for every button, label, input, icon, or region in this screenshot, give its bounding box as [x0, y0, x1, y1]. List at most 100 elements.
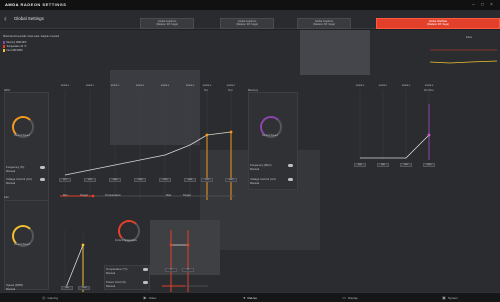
interval-label[interactable]: Interv.	[466, 36, 472, 39]
gpu-state-header[interactable]: STATE 0	[59, 85, 71, 89]
power-limit-mode: Manual	[106, 284, 116, 288]
memory-frequency-toggle[interactable]	[288, 164, 293, 167]
legend-label: Memory 1690 MHz	[6, 41, 27, 44]
legend-item-memory[interactable]: Memory 1690 MHz	[3, 41, 27, 44]
temperature-max-label: Max	[166, 193, 172, 197]
monitor-subtitle: Show last 10 seconds / Auto reset / samp…	[3, 35, 60, 38]
gpu-gridlines	[64, 90, 232, 200]
maximize-button[interactable]: □	[479, 2, 486, 8]
gpu-voltage-value[interactable]: 1401	[184, 178, 196, 182]
temperature-gauge-label: Current Temperature	[115, 239, 138, 242]
video-icon: ▶	[143, 295, 147, 301]
close-button[interactable]: ×	[488, 2, 495, 8]
memory-gauge-label: Current Speed	[262, 134, 278, 137]
memory-voltage-value[interactable]: 800	[354, 163, 366, 167]
temperature-curve-chart	[169, 230, 190, 292]
back-button[interactable]: ‹	[4, 14, 14, 24]
fan-min-value[interactable]: 400	[61, 286, 73, 290]
nav-label: Gaming	[47, 296, 58, 300]
bottom-navigation: ◎ Gaming ▶ Video ● ReLive ▭ Display ▣ System	[0, 292, 500, 302]
temperature-target-label: Target	[183, 193, 191, 197]
nav-label: Display	[347, 296, 358, 300]
display-icon: ▭	[342, 295, 346, 301]
gpu-state-sub: Min	[204, 89, 209, 92]
profile-tab-line2: (Radeon RX Vega)	[236, 23, 258, 27]
gpu-frequency-handle[interactable]	[91, 194, 95, 198]
gpu-state6-handle[interactable]	[205, 133, 209, 137]
fan-curve-line	[64, 244, 84, 291]
gpu-state7-handle[interactable]	[229, 130, 233, 134]
gpu-gauge-label: Current Speed	[14, 134, 30, 137]
app-brand: AMDA RADEON SETTINGS	[5, 2, 66, 7]
temperature-toggle[interactable]	[143, 268, 148, 271]
fan-target-label: Target	[80, 193, 88, 197]
gpu-voltage-toggle[interactable]	[40, 178, 45, 181]
profile-tab-wattman[interactable]: Global WattMan (Radeon RX Vega)	[376, 18, 500, 29]
nav-gaming[interactable]: ◎ Gaming	[2, 293, 98, 302]
nav-video[interactable]: ▶ Video	[102, 293, 198, 302]
wattman-main: Show last 10 seconds / Auto reset / samp…	[0, 30, 500, 295]
power-limit-slider-chart	[162, 285, 208, 287]
legend-item-fan[interactable]: Fan 1680 RPM	[3, 49, 22, 52]
gpu-voltage-value[interactable]: 1084	[109, 178, 121, 182]
gpu-voltage-value[interactable]: 1630	[225, 178, 237, 182]
gpu-curve-chart	[60, 90, 235, 200]
fan-target-value[interactable]: 2500	[78, 286, 90, 290]
memory-voltage-value[interactable]: 800	[377, 163, 389, 167]
memory-voltage-toggle[interactable]	[288, 178, 293, 181]
gpu-state-header[interactable]: STATE 1	[84, 85, 96, 89]
gpu-voltage-value[interactable]: 1200	[159, 178, 171, 182]
temperature-max-handle[interactable]	[169, 243, 173, 247]
gpu-state-header[interactable]: STATE 5	[184, 85, 196, 89]
memory-curve-line	[360, 134, 430, 159]
fan-speed-mode: Manual	[6, 287, 16, 291]
minimize-button[interactable]: –	[470, 2, 477, 8]
gpu-voltage-mode: Manual	[6, 181, 16, 185]
profile-tab-line2: (Radeon RX Vega)	[313, 23, 335, 27]
gpu-frequency-mode: Manual	[6, 169, 16, 173]
temperature-max-value[interactable]: 75	[165, 268, 177, 272]
memory-state3-handle[interactable]	[427, 133, 431, 137]
temperature-section-title: Temperature	[105, 193, 121, 197]
profile-tab-graphics-2[interactable]: Global Graphics (Radeon RX Vega)	[220, 18, 274, 29]
background-window	[300, 30, 370, 75]
relive-icon: ●	[243, 295, 246, 301]
fan-gauge-label: Current Speed	[14, 243, 30, 246]
memory-state-sub: Min/Max	[424, 89, 434, 92]
nav-system[interactable]: ▣ System	[402, 293, 498, 302]
nav-label: Video	[148, 296, 157, 300]
memory-state-header[interactable]: STATE 0	[354, 85, 366, 89]
nav-label: System	[447, 296, 458, 300]
memory-left-panel	[248, 92, 298, 190]
nav-relive[interactable]: ● ReLive	[202, 293, 298, 302]
gpu-voltage-value[interactable]: 852	[59, 178, 71, 182]
memory-voltage-value[interactable]: 900	[400, 163, 412, 167]
memory-state-header[interactable]: STATE 2	[400, 85, 412, 89]
system-icon: ▣	[442, 295, 446, 301]
gpu-voltage-value[interactable]: 1536	[201, 178, 213, 182]
nav-display[interactable]: ▭ Display	[302, 293, 398, 302]
gpu-state-header[interactable]: STATE 4	[159, 85, 171, 89]
gpu-frequency-toggle[interactable]	[40, 166, 45, 169]
gpu-state-sub: Max	[228, 89, 233, 92]
memory-frequency-mode: Manual	[250, 167, 260, 171]
memory-curve-chart	[359, 90, 431, 160]
profile-tab-graphics-3[interactable]: Global Graphics (Radeon RX Vega)	[297, 18, 351, 29]
gpu-voltage-value[interactable]: 991	[84, 178, 96, 182]
temperature-target-handle[interactable]	[186, 243, 190, 247]
temperature-target-value[interactable]: 75	[182, 268, 194, 272]
profile-tab-line2: (Radeon RX Vega)	[427, 23, 449, 27]
fan-target-handle[interactable]	[81, 243, 85, 247]
gpu-voltage-value[interactable]: 1138	[134, 178, 146, 182]
power-limit-toggle[interactable]	[143, 281, 148, 284]
memory-voltage-mode: Manual	[250, 181, 260, 185]
legend-item-temperature[interactable]: Temperature 32 °C	[3, 45, 26, 48]
gpu-state-header[interactable]: STATE 3	[134, 85, 146, 89]
profile-tab-graphics-1[interactable]: Global Graphics (Radeon RX Vega)	[140, 18, 194, 29]
monitor-graph	[430, 49, 498, 64]
legend-label: Temperature 32 °C	[6, 45, 27, 48]
memory-voltage-value[interactable]: 1000	[423, 163, 435, 167]
memory-state-header[interactable]: STATE 1	[377, 85, 389, 89]
gpu-state-header[interactable]: STATE 2	[109, 85, 121, 89]
temperature-mode: Manual	[106, 271, 116, 275]
